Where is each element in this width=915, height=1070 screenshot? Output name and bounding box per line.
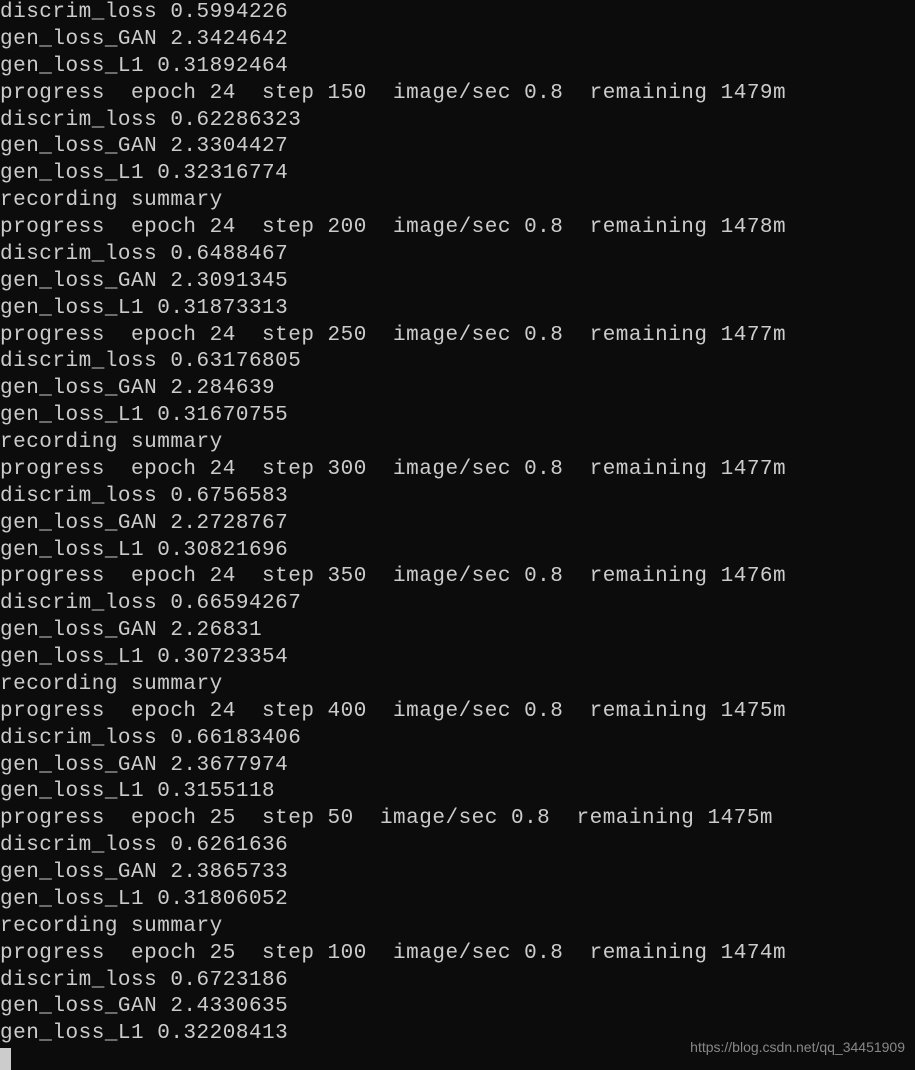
terminal-cursor: [0, 1048, 11, 1070]
terminal-line: discrim_loss 0.6261636: [0, 833, 915, 860]
terminal-line: gen_loss_L1 0.31670755: [0, 403, 915, 430]
terminal-line: gen_loss_L1 0.30821696: [0, 538, 915, 565]
terminal-line: discrim_loss 0.6488467: [0, 242, 915, 269]
terminal-line: discrim_loss 0.5994226: [0, 0, 915, 27]
terminal-line: progress epoch 25 step 50 image/sec 0.8 …: [0, 806, 915, 833]
terminal-line: recording summary: [0, 672, 915, 699]
terminal-line: progress epoch 24 step 250 image/sec 0.8…: [0, 323, 915, 350]
terminal-line: progress epoch 24 step 200 image/sec 0.8…: [0, 215, 915, 242]
terminal-line: gen_loss_GAN 2.3304427: [0, 134, 915, 161]
terminal-line: discrim_loss 0.66594267: [0, 591, 915, 618]
terminal-line: gen_loss_L1 0.31873313: [0, 296, 915, 323]
terminal-line: gen_loss_L1 0.32316774: [0, 161, 915, 188]
terminal-line: progress epoch 24 step 400 image/sec 0.8…: [0, 699, 915, 726]
terminal-line: gen_loss_L1 0.31806052: [0, 887, 915, 914]
terminal-line: progress epoch 24 step 300 image/sec 0.8…: [0, 457, 915, 484]
terminal-line: progress epoch 25 step 100 image/sec 0.8…: [0, 941, 915, 968]
terminal-line: gen_loss_GAN 2.2728767: [0, 511, 915, 538]
terminal-line: discrim_loss 0.66183406: [0, 726, 915, 753]
terminal-line: gen_loss_GAN 2.3677974: [0, 753, 915, 780]
terminal-line: discrim_loss 0.63176805: [0, 349, 915, 376]
terminal-line: gen_loss_GAN 2.3091345: [0, 269, 915, 296]
terminal-line: recording summary: [0, 430, 915, 457]
terminal-line: gen_loss_GAN 2.3424642: [0, 27, 915, 54]
terminal-line: gen_loss_GAN 2.284639: [0, 376, 915, 403]
terminal-line: discrim_loss 0.6723186: [0, 968, 915, 995]
terminal-line: progress epoch 24 step 150 image/sec 0.8…: [0, 81, 915, 108]
terminal-line: recording summary: [0, 188, 915, 215]
terminal-output: discrim_loss 0.5994226gen_loss_GAN 2.342…: [0, 0, 915, 1048]
terminal-line: discrim_loss 0.6756583: [0, 484, 915, 511]
terminal-line: gen_loss_GAN 2.3865733: [0, 860, 915, 887]
terminal-line: gen_loss_L1 0.31892464: [0, 54, 915, 81]
watermark-text: https://blog.csdn.net/qq_34451909: [690, 1039, 905, 1057]
terminal-line: gen_loss_GAN 2.4330635: [0, 994, 915, 1021]
terminal-line: gen_loss_L1 0.30723354: [0, 645, 915, 672]
terminal-line: progress epoch 24 step 350 image/sec 0.8…: [0, 564, 915, 591]
terminal-line: gen_loss_GAN 2.26831: [0, 618, 915, 645]
terminal-line: discrim_loss 0.62286323: [0, 108, 915, 135]
terminal-line: recording summary: [0, 914, 915, 941]
terminal-line: gen_loss_L1 0.3155118: [0, 779, 915, 806]
